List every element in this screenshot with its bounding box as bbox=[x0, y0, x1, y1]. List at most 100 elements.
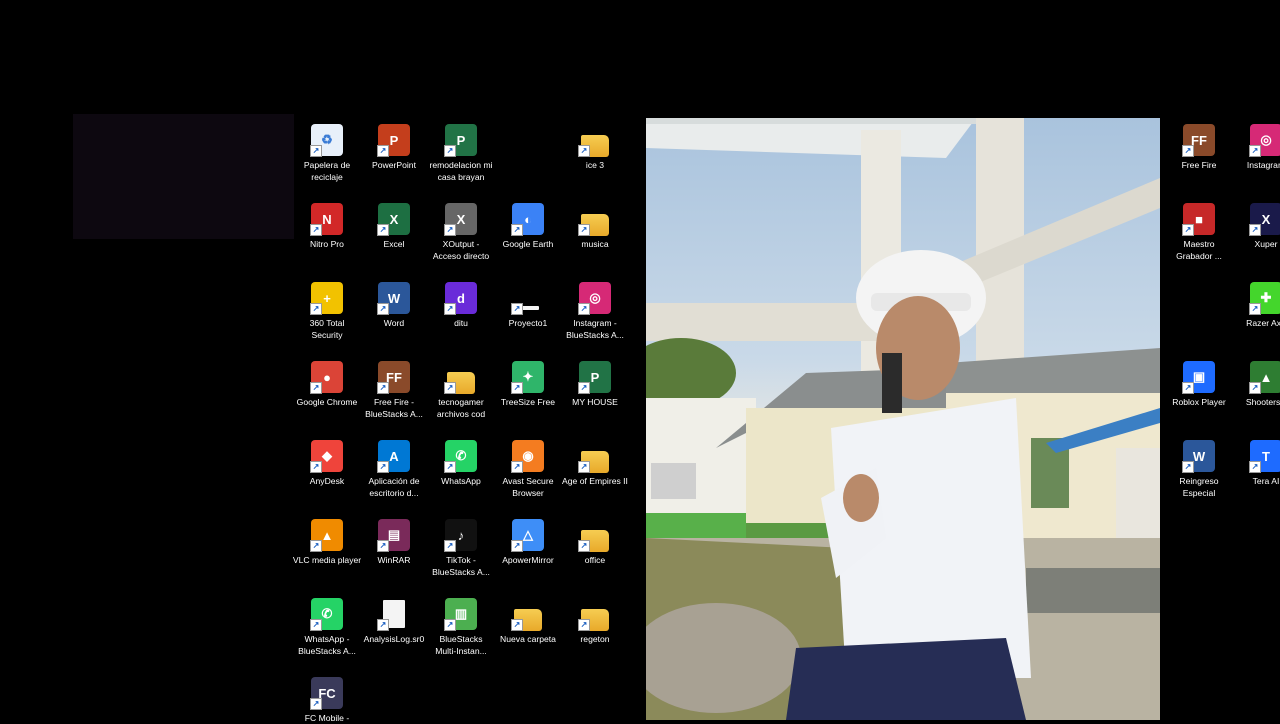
free-fire-icon: FF ↗ bbox=[377, 361, 410, 394]
razer-icon: ✚ ↗ bbox=[1249, 282, 1280, 315]
desktop-icon[interactable]: ▲↗ ShootersP bbox=[1233, 354, 1280, 408]
desktop-icon[interactable]: d ↗ ditu bbox=[428, 275, 494, 329]
desktop-icon[interactable]: ↗ Proyecto1 bbox=[495, 275, 561, 329]
folder-icon: ↗ bbox=[578, 203, 611, 236]
desktop-icon[interactable]: N ↗ Nitro Pro bbox=[294, 196, 360, 250]
apowermirror-icon: △ ↗ bbox=[511, 519, 544, 552]
roblox-icon: ▣ ↗ bbox=[1182, 361, 1215, 394]
desktop-icon[interactable]: P ↗ remodelacion mi casa brayan bbox=[428, 117, 494, 183]
desktop-icon[interactable]: ↗ tecnogamer archivos cod bbox=[428, 354, 494, 420]
chrome-icon: ● ↗ bbox=[310, 361, 343, 394]
desktop-icon[interactable]: ▲ ↗ VLC media player bbox=[293, 512, 361, 566]
desktop-icon[interactable]: T ↗ Tera AI bbox=[1233, 433, 1280, 487]
bluestacks-icon: ▥ ↗ bbox=[444, 598, 477, 631]
desktop-icon[interactable]: FF ↗ Free Fire bbox=[1166, 117, 1232, 171]
desktop-icon-label: MY HOUSE bbox=[572, 397, 618, 407]
project-file-icon: P ↗ bbox=[444, 124, 477, 157]
anydesk-icon: ◆ ↗ bbox=[310, 440, 343, 473]
nitro-pro-icon: N ↗ bbox=[310, 203, 343, 236]
vlc-icon: ▲ ↗ bbox=[310, 519, 343, 552]
google-earth-icon: ◐ ↗ bbox=[511, 203, 544, 236]
desktop-icon-label: Tera AI bbox=[1252, 476, 1280, 486]
wallpaper-photo bbox=[646, 118, 1160, 720]
desktop-icon-label: Instagram - BlueStacks A... bbox=[566, 318, 624, 340]
desktop-icon[interactable]: ↗ ice 3 bbox=[562, 117, 628, 171]
desktop-icon[interactable]: ↗ Age of Empires II bbox=[562, 433, 628, 487]
desktop-icon-label: office bbox=[584, 555, 606, 565]
tiktok-icon: ♪ ↗ bbox=[444, 519, 477, 552]
desktop-icon[interactable]: ↗ office bbox=[562, 512, 628, 566]
desktop-icon[interactable]: ◉ ↗ Avast Secure Browser bbox=[495, 433, 561, 499]
desktop-icon-label: Age of Empires II bbox=[562, 476, 628, 486]
shooters-icon: ▲ ↗ bbox=[1249, 361, 1280, 394]
desktop-icon[interactable]: ✚↗ Razer Axo bbox=[1233, 275, 1280, 329]
desktop-icon[interactable]: ↗ Nueva carpeta bbox=[495, 591, 561, 645]
desktop-icon[interactable]: ■ ↗ Maestro Grabador ... bbox=[1166, 196, 1232, 262]
desktop-icon[interactable]: ↗ musica bbox=[562, 196, 628, 250]
folder-icon: ↗ bbox=[511, 598, 544, 631]
whatsapp-bluestacks-icon: ✆ ↗ bbox=[310, 598, 343, 631]
desktop-icon[interactable]: ● ↗ Google Chrome bbox=[294, 354, 360, 408]
desktop-icon[interactable]: P ↗ PowerPoint bbox=[361, 117, 427, 171]
desktop-icon[interactable]: ♪ ↗ TikTok - BlueStacks A... bbox=[428, 512, 494, 578]
excel-icon: X ↗ bbox=[377, 203, 410, 236]
xuper-icon: X ↗ bbox=[1249, 203, 1280, 236]
desktop-icon[interactable]: ◎ ↗ Instagram - BlueStacks A... bbox=[562, 275, 628, 341]
desktop-icon[interactable]: X ↗ Xuper bbox=[1233, 196, 1280, 250]
desktop-icon[interactable]: FC ↗ FC Mobile - bbox=[294, 670, 360, 724]
recycle-bin-icon: ♻ ↗ bbox=[310, 124, 343, 157]
folder-icon: ↗ bbox=[578, 519, 611, 552]
desktop-icon-label: musica bbox=[581, 239, 609, 249]
winrar-icon: ▤ ↗ bbox=[377, 519, 410, 552]
whatsapp-icon: ✆ ↗ bbox=[444, 440, 477, 473]
desktop-icon[interactable]: W ↗ Reingreso Especial bbox=[1166, 433, 1232, 499]
avast-browser-icon: ◉ ↗ bbox=[511, 440, 544, 473]
desktop-icon[interactable]: ▥ ↗ BlueStacks Multi-Instan... bbox=[428, 591, 494, 657]
desktop-icon[interactable]: ◎↗ Instagram bbox=[1233, 117, 1280, 171]
project-file-icon: P ↗ bbox=[578, 361, 611, 394]
blank-file-icon: ↗ bbox=[511, 282, 544, 315]
desktop-icon[interactable]: ▤ ↗ WinRAR bbox=[361, 512, 427, 566]
desktop-icon[interactable]: X ↗ Excel bbox=[361, 196, 427, 250]
word-icon: W ↗ bbox=[377, 282, 410, 315]
desktop-icon[interactable]: ♻ ↗ Papelera de reciclaje bbox=[294, 117, 360, 183]
desktop-icon-label: ice 3 bbox=[585, 160, 605, 170]
desktop-icon[interactable]: X ↗ XOutput - Acceso directo bbox=[428, 196, 494, 262]
fc-mobile-icon: FC ↗ bbox=[310, 677, 343, 710]
desktop-icon[interactable]: ✆ ↗ WhatsApp - BlueStacks A... bbox=[294, 591, 360, 657]
ditu-icon: d ↗ bbox=[444, 282, 477, 315]
desktop-icon[interactable]: ✦ ↗ TreeSize Free bbox=[495, 354, 561, 408]
desktop-icon[interactable]: W ↗ Word bbox=[361, 275, 427, 329]
treesize-icon: ✦ ↗ bbox=[511, 361, 544, 394]
desktop-icon[interactable]: ↗ AnalysisLog.sr0 bbox=[361, 591, 427, 645]
powerpoint-icon: P ↗ bbox=[377, 124, 410, 157]
desktop-icon-label: regeton bbox=[580, 634, 610, 644]
desktop-icon[interactable]: ◐ ↗ Google Earth bbox=[495, 196, 561, 250]
folder-icon: ↗ bbox=[444, 361, 477, 394]
desktop-icon[interactable]: ◆ ↗ AnyDesk bbox=[294, 433, 360, 487]
desktop-icon-label: remodelacion mi casa brayan bbox=[429, 160, 493, 182]
xoutput-icon: X ↗ bbox=[444, 203, 477, 236]
desktop-icon[interactable]: P ↗ MY HOUSE bbox=[562, 354, 628, 408]
desktop-icon[interactable]: FF ↗ Free Fire - BlueStacks A... bbox=[361, 354, 427, 420]
desktop-icon[interactable]: + ↗ 360 Total Security bbox=[294, 275, 360, 341]
desktop-icon[interactable]: ↗ regeton bbox=[562, 591, 628, 645]
folder-icon: ↗ bbox=[578, 440, 611, 473]
folder-icon: ↗ bbox=[578, 124, 611, 157]
folder-icon: ↗ bbox=[578, 598, 611, 631]
desktop-icon-label: Xuper bbox=[1254, 239, 1278, 249]
tera-ai-icon: T ↗ bbox=[1249, 440, 1280, 473]
instagram-icon: ◎ ↗ bbox=[578, 282, 611, 315]
desktop-icon[interactable]: ✆ ↗ WhatsApp bbox=[428, 433, 494, 487]
file-icon: ↗ bbox=[377, 598, 410, 631]
360-security-icon: + ↗ bbox=[310, 282, 343, 315]
desktop-icon-label: FC Mobile - bbox=[304, 713, 350, 723]
desktop-icon[interactable]: ▣ ↗ Roblox Player bbox=[1166, 354, 1232, 408]
free-fire-icon: FF ↗ bbox=[1182, 124, 1215, 157]
instagram-icon: ◎ ↗ bbox=[1249, 124, 1280, 157]
desktop-icon[interactable]: △ ↗ ApowerMirror bbox=[495, 512, 561, 566]
dark-window-panel bbox=[73, 114, 294, 239]
recorder-icon: ■ ↗ bbox=[1182, 203, 1215, 236]
desktop-icon-label: Razer Axo bbox=[1246, 318, 1280, 328]
desktop-icon[interactable]: A ↗ Aplicación de escritorio d... bbox=[361, 433, 427, 499]
